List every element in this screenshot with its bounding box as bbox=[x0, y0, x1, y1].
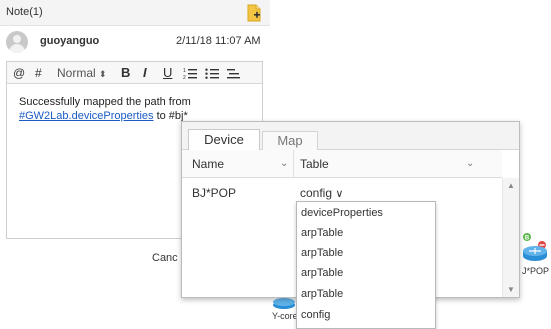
table-dropdown: deviceProperties arpTable arpTable arpTa… bbox=[296, 201, 436, 329]
format-select-chevron-icon: ⬍ bbox=[99, 69, 107, 79]
table-select-value: config bbox=[300, 186, 333, 200]
note-text: Successfully mapped the path from bbox=[19, 96, 191, 108]
scroll-up-icon[interactable]: ▲ bbox=[507, 181, 515, 190]
row-name-cell: BJ*POP bbox=[192, 186, 237, 200]
note-author-row: guoyanguo 2/11/18 11:07 AM bbox=[0, 28, 270, 58]
avatar bbox=[6, 31, 28, 53]
cancel-button[interactable]: Canc bbox=[152, 252, 178, 264]
dropdown-option[interactable]: arpTable bbox=[301, 284, 343, 304]
chevron-down-icon: ⌄ bbox=[280, 158, 289, 169]
dropdown-option[interactable]: arpTable bbox=[301, 263, 343, 283]
note-header: Note(1) bbox=[0, 0, 270, 26]
tab-map[interactable]: Map bbox=[262, 131, 318, 150]
editor-toolbar: @ # Normal ⬍ B I U 1 2 bbox=[7, 62, 262, 84]
note-title: Note(1) bbox=[6, 6, 43, 18]
dropdown-option[interactable]: arpTable bbox=[301, 223, 343, 243]
format-select-label: Normal bbox=[57, 66, 96, 80]
dropdown-option[interactable]: config bbox=[301, 305, 330, 325]
ordered-list-icon[interactable]: 1 2 bbox=[183, 66, 197, 82]
dropdown-option[interactable]: arpTable bbox=[301, 243, 343, 263]
dropdown-option[interactable]: deviceProperties bbox=[301, 203, 383, 223]
scroll-down-icon[interactable]: ▼ bbox=[507, 285, 515, 294]
underline-button[interactable]: U bbox=[163, 65, 172, 81]
new-note-icon[interactable] bbox=[246, 4, 262, 22]
note-timestamp: 2/11/18 11:07 AM bbox=[176, 35, 261, 47]
chevron-down-icon: ⌄ bbox=[466, 158, 475, 169]
node-label-left: Y-core bbox=[272, 311, 298, 321]
note-content[interactable]: Successfully mapped the path from #GW2La… bbox=[19, 95, 259, 123]
node-label-right: J*POP bbox=[522, 266, 550, 276]
popup-scrollbar[interactable]: ▲ ▼ bbox=[502, 178, 519, 297]
column-header-table[interactable]: Table ⌄ bbox=[294, 150, 502, 178]
tab-device[interactable]: Device bbox=[188, 129, 260, 151]
column-header-name[interactable]: Name ⌄ bbox=[182, 150, 294, 178]
svg-text:B: B bbox=[525, 235, 530, 241]
popup-tabs: Device Map bbox=[182, 122, 519, 151]
svg-text:1: 1 bbox=[183, 68, 186, 74]
left-router-icon[interactable] bbox=[272, 296, 296, 310]
mention-button[interactable]: @ bbox=[13, 65, 25, 81]
bullet-list-icon[interactable] bbox=[205, 66, 219, 82]
device-link[interactable]: #GW2Lab.deviceProperties bbox=[19, 110, 154, 122]
column-header-name-label: Name bbox=[192, 157, 225, 171]
format-select[interactable]: Normal ⬍ bbox=[57, 65, 107, 81]
indent-icon[interactable] bbox=[227, 66, 241, 82]
column-header-table-label: Table bbox=[300, 157, 329, 171]
chevron-down-icon: ∨ bbox=[335, 188, 344, 200]
author-name: guoyanguo bbox=[40, 35, 100, 47]
svg-text:2: 2 bbox=[183, 75, 186, 81]
italic-button[interactable]: I bbox=[143, 65, 147, 81]
bold-button[interactable]: B bbox=[121, 65, 130, 81]
hashtag-button[interactable]: # bbox=[35, 65, 42, 81]
router-icon[interactable]: B bbox=[521, 232, 549, 264]
